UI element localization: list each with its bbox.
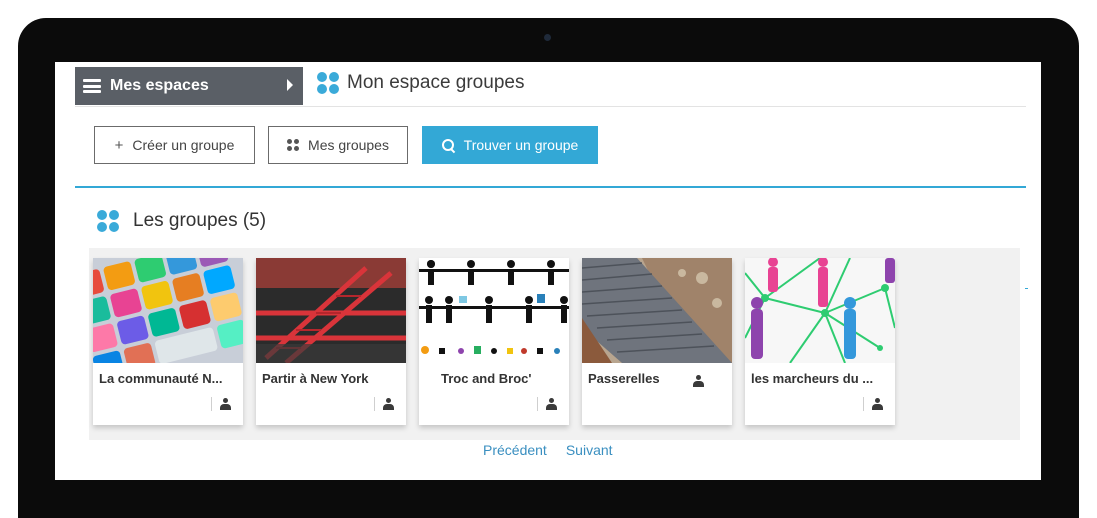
groups-icon: [287, 139, 300, 151]
footer-divider: [537, 397, 538, 411]
member-icon: [220, 398, 231, 410]
group-name: Passerelles: [588, 371, 660, 386]
group-card-footer: [537, 397, 557, 411]
header-divider: [75, 106, 1026, 107]
find-group-label: Trouver un groupe: [463, 137, 579, 153]
plus-icon: +: [114, 136, 124, 154]
app-screen: Mes espaces Mon espace groupes + Créer u…: [55, 62, 1041, 480]
groups-section-header: Les groupes (5): [97, 210, 266, 232]
group-card-footer: [374, 397, 394, 411]
group-thumbnail: [93, 258, 243, 363]
group-name: les marcheurs du ...: [751, 371, 874, 386]
page-header: Mon espace groupes: [317, 72, 524, 94]
group-card[interactable]: La communauté N...: [93, 258, 243, 425]
accent-divider: [75, 186, 1026, 188]
groups-icon: [97, 210, 119, 232]
group-card-footer: [693, 375, 704, 387]
group-name: La communauté N...: [99, 371, 223, 386]
member-icon: [546, 398, 557, 410]
group-thumbnail: [256, 258, 406, 363]
footer-divider: [863, 397, 864, 411]
group-card-footer: [863, 397, 883, 411]
my-groups-label: Mes groupes: [308, 137, 389, 153]
groups-carousel: La communauté N... Partir à New York Tro…: [89, 248, 1020, 440]
group-card[interactable]: Passerelles: [582, 258, 732, 425]
group-name: Troc and Broc': [441, 371, 532, 386]
mes-espaces-label: Mes espaces: [110, 77, 209, 94]
group-thumbnail: [582, 258, 732, 363]
carousel-pager: Précédent Suivant: [483, 442, 613, 458]
create-group-button[interactable]: + Créer un groupe: [94, 126, 255, 164]
chevron-right-icon: [287, 79, 293, 91]
member-icon: [693, 375, 704, 387]
laptop-camera: [544, 34, 551, 41]
previous-link[interactable]: Précédent: [483, 442, 547, 458]
hamburger-icon: [83, 79, 101, 93]
group-card[interactable]: les marcheurs du ...: [745, 258, 895, 425]
group-card[interactable]: Troc and Broc': [419, 258, 569, 425]
group-card[interactable]: Partir à New York: [256, 258, 406, 425]
group-thumbnail: [419, 258, 569, 363]
find-group-button[interactable]: Trouver un groupe: [422, 126, 598, 164]
group-thumbnail: [745, 258, 895, 363]
search-icon: [441, 138, 455, 153]
group-card-footer: [211, 397, 231, 411]
footer-divider: [374, 397, 375, 411]
page-title: Mon espace groupes: [347, 72, 525, 93]
group-name: Partir à New York: [262, 371, 369, 386]
create-group-label: Créer un groupe: [132, 137, 235, 153]
my-groups-button[interactable]: Mes groupes: [268, 126, 408, 164]
section-title: Les groupes (5): [133, 210, 267, 231]
mes-espaces-menu-button[interactable]: Mes espaces: [75, 67, 303, 105]
groups-icon: [317, 72, 339, 94]
member-icon: [383, 398, 394, 410]
member-icon: [872, 398, 883, 410]
footer-divider: [211, 397, 212, 411]
carousel-edge-marker: [1025, 288, 1028, 289]
next-link[interactable]: Suivant: [566, 442, 613, 458]
